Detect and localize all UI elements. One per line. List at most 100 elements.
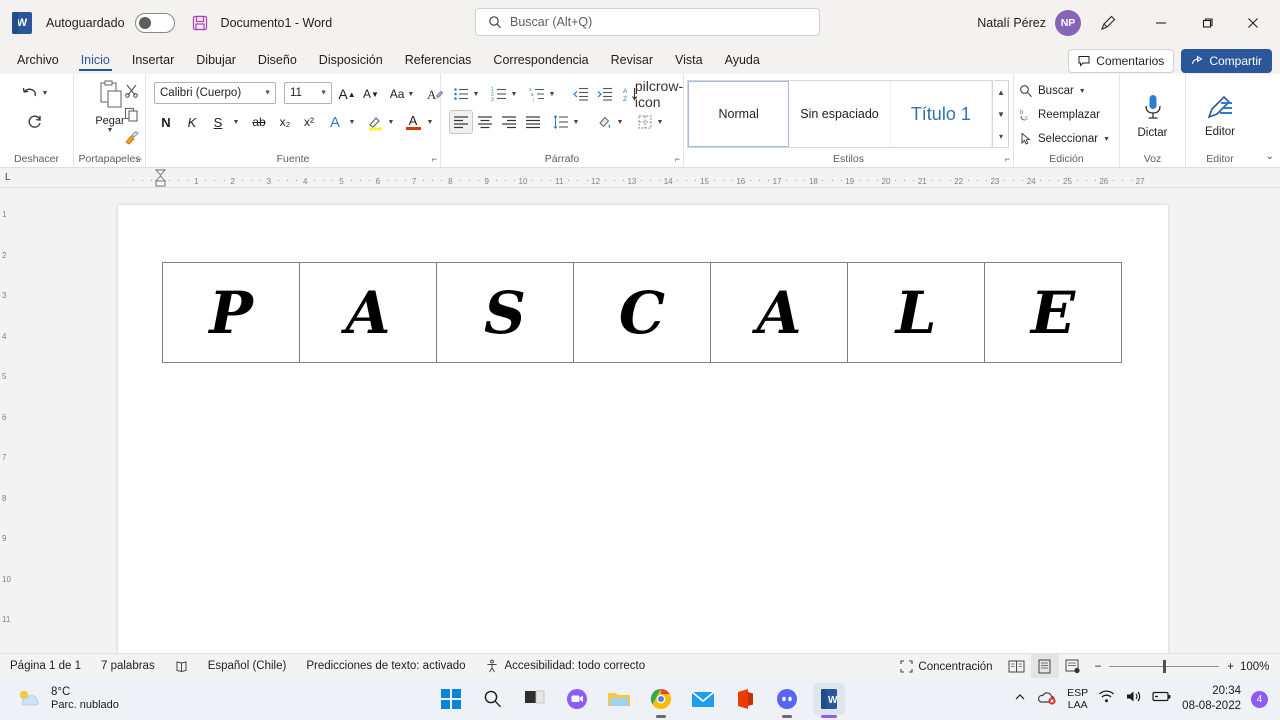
zoom-out-button[interactable]: −	[1087, 661, 1104, 673]
chevron-down-icon[interactable]: ▼	[320, 90, 327, 97]
underline-button[interactable]: S	[207, 110, 229, 134]
keyboard-layout[interactable]: ESP LAA	[1067, 687, 1088, 711]
focus-mode-button[interactable]: Concentración	[890, 660, 1002, 673]
bullets-dropdown[interactable]: ▼	[469, 82, 483, 106]
text-effects-button[interactable]: A	[324, 110, 346, 134]
editor-button[interactable]: Editor	[1186, 80, 1254, 150]
show-marks-button[interactable]: pilcrow-icon ¶	[635, 78, 683, 110]
mail-icon[interactable]	[687, 683, 719, 715]
redo-button[interactable]	[8, 108, 60, 134]
start-icon[interactable]	[435, 683, 467, 715]
web-layout-button[interactable]	[1059, 654, 1087, 679]
font-size-combo[interactable]: 11 ▼	[284, 82, 332, 104]
zoom-slider-thumb[interactable]	[1163, 660, 1167, 673]
tab-diseno[interactable]: Diseño	[247, 45, 308, 74]
highlight-button[interactable]	[364, 110, 386, 134]
autosave-toggle[interactable]	[134, 12, 175, 33]
zoom-level[interactable]: 100%	[1240, 661, 1280, 673]
tab-correspondencia[interactable]: Correspondencia	[482, 45, 599, 74]
page-indicator[interactable]: Página 1 de 1	[0, 660, 91, 672]
tab-stop-selector[interactable]: L	[5, 172, 11, 183]
styles-scrollbar[interactable]: ▲ ▼ ▾	[994, 80, 1009, 148]
tab-vista[interactable]: Vista	[664, 45, 714, 74]
word-count[interactable]: 7 palabras	[91, 660, 165, 672]
chevron-down-icon[interactable]: ▼	[264, 90, 271, 97]
accessibility-status[interactable]: Accesibilidad: todo correcto	[476, 659, 656, 673]
paste-dropdown-icon[interactable]: ▼	[107, 127, 114, 134]
table-cell[interactable]: E	[984, 262, 1122, 363]
undo-dropdown-icon[interactable]: ▼	[42, 90, 49, 97]
styles-scroll-more[interactable]: ▾	[994, 125, 1008, 147]
word-icon[interactable]: W	[813, 683, 845, 715]
print-layout-button[interactable]	[1030, 654, 1059, 679]
notification-badge[interactable]: 4	[1251, 690, 1268, 708]
language-indicator[interactable]: Español (Chile)	[198, 660, 297, 672]
line-spacing-dropdown[interactable]: ▼	[569, 110, 583, 134]
align-center-button[interactable]	[473, 110, 497, 134]
text-predictions[interactable]: Predicciones de texto: activado	[296, 660, 475, 672]
tab-disposicion[interactable]: Disposición	[308, 45, 394, 74]
numbering-dropdown[interactable]: ▼	[507, 82, 521, 106]
indent-marker[interactable]	[154, 169, 167, 187]
strikethrough-button[interactable]: ab	[247, 110, 271, 134]
underline-dropdown[interactable]: ▼	[229, 110, 243, 134]
read-mode-button[interactable]	[1003, 654, 1031, 679]
file-explorer-icon[interactable]	[603, 683, 635, 715]
horizontal-ruler[interactable]: 1 2 3 4 5 6 7 8 9 10 11 12 13 14 15 16 17 18 19 20 21 22 23 24 2…	[118, 168, 1166, 188]
decrease-indent-button[interactable]	[569, 82, 593, 106]
search-icon[interactable]	[477, 683, 509, 715]
shading-dropdown[interactable]: ▼	[613, 110, 627, 134]
tab-referencias[interactable]: Referencias	[394, 45, 483, 74]
zoom-slider[interactable]	[1109, 654, 1220, 679]
justify-button[interactable]	[521, 110, 545, 134]
undo-button[interactable]: ▼	[8, 80, 60, 106]
clock[interactable]: 20:34 08-08-2022	[1182, 684, 1241, 714]
shrink-font-button[interactable]: A ▼	[360, 82, 382, 106]
change-case-button[interactable]: Aa ▼	[386, 82, 418, 106]
style-sin-espaciado[interactable]: Sin espaciado	[789, 81, 891, 147]
vertical-ruler[interactable]: 1 2 3 4 5 6 7 8 9 10 11	[0, 188, 18, 653]
chat-icon[interactable]	[561, 683, 593, 715]
copy-button[interactable]	[120, 103, 142, 125]
tab-archivo[interactable]: Archivo	[6, 45, 70, 74]
styles-scroll-up[interactable]: ▲	[994, 81, 1008, 103]
maximize-button[interactable]	[1184, 7, 1230, 39]
volume-icon[interactable]	[1125, 689, 1142, 709]
style-normal[interactable]: Normal	[688, 81, 790, 147]
cut-button[interactable]	[120, 79, 142, 101]
multilevel-dropdown[interactable]: ▼	[545, 82, 559, 106]
tab-dibujar[interactable]: Dibujar	[185, 45, 247, 74]
chevron-down-icon[interactable]: ⌄	[1266, 151, 1274, 162]
table-cell[interactable]: C	[573, 262, 711, 363]
vertical-scrollbar[interactable]	[1266, 188, 1280, 653]
office-icon[interactable]	[729, 683, 761, 715]
pen-icon[interactable]	[1099, 13, 1118, 32]
tab-revisar[interactable]: Revisar	[600, 45, 664, 74]
document-page[interactable]: P A S C A L E	[118, 205, 1168, 653]
bold-button[interactable]: N	[155, 110, 177, 134]
tab-ayuda[interactable]: Ayuda	[714, 45, 771, 74]
battery-icon[interactable]	[1152, 690, 1172, 708]
font-color-button[interactable]: A	[402, 110, 424, 134]
replace-button[interactable]: bc Reemplazar	[1019, 104, 1100, 126]
onedrive-error-icon[interactable]	[1037, 689, 1057, 710]
highlight-dropdown[interactable]: ▼	[384, 110, 398, 134]
font-dialog-launcher[interactable]: ⌐	[432, 155, 437, 164]
table-cell[interactable]: P	[162, 262, 300, 363]
clipboard-dialog-launcher[interactable]: ⌐	[137, 155, 142, 164]
align-right-button[interactable]	[497, 110, 521, 134]
subscript-button[interactable]: x₂	[274, 110, 296, 134]
close-button[interactable]	[1230, 7, 1276, 39]
style-titulo-1[interactable]: Título 1	[891, 81, 992, 147]
italic-button[interactable]: K	[181, 110, 203, 134]
find-dropdown-icon[interactable]: ▼	[1079, 88, 1086, 95]
tab-inicio[interactable]: Inicio	[70, 45, 121, 74]
table-cell[interactable]: L	[847, 262, 985, 363]
proofing-status[interactable]	[165, 660, 198, 673]
select-button[interactable]: Seleccionar ▼	[1019, 128, 1110, 150]
letters-table[interactable]: P A S C A L E	[162, 262, 1122, 363]
borders-dropdown[interactable]: ▼	[653, 110, 667, 134]
styles-dialog-launcher[interactable]: ⌐	[1005, 155, 1010, 164]
avatar[interactable]: NP	[1055, 9, 1081, 36]
tab-insertar[interactable]: Insertar	[121, 45, 185, 74]
